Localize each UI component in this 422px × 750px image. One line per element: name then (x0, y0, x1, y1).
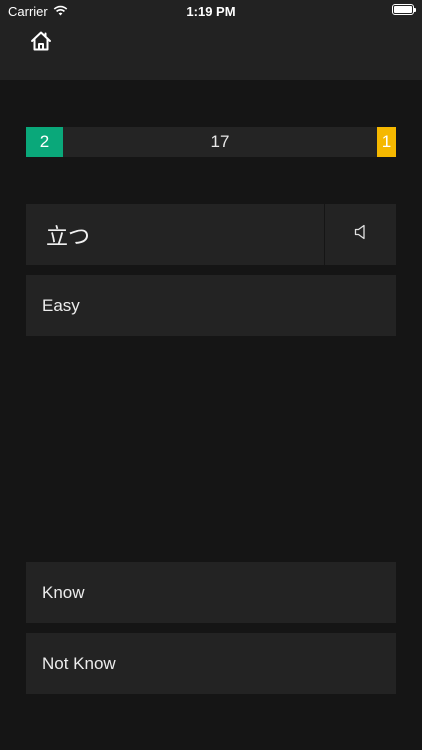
progress-bar: 2 17 1 (26, 127, 396, 157)
status-time: 1:19 PM (186, 4, 236, 19)
status-bar: Carrier 1:19 PM (0, 0, 422, 22)
unknown-count: 1 (377, 127, 396, 157)
speak-button[interactable] (324, 204, 396, 265)
not-know-label: Not Know (42, 653, 116, 673)
battery-icon (392, 4, 416, 15)
known-count: 2 (26, 127, 63, 157)
home-button[interactable] (29, 31, 53, 55)
know-label: Know (42, 582, 85, 602)
not-know-button[interactable]: Not Know (26, 633, 396, 694)
meaning-card: Easy (26, 275, 396, 336)
know-button[interactable]: Know (26, 562, 396, 623)
vocab-word: 立つ (46, 224, 91, 250)
navigation-bar (0, 22, 422, 80)
remaining-count: 17 (210, 132, 230, 151)
speaker-icon (354, 224, 368, 245)
meaning-text: Easy (42, 295, 80, 315)
word-card: 立つ (26, 204, 396, 265)
home-icon (30, 30, 52, 57)
